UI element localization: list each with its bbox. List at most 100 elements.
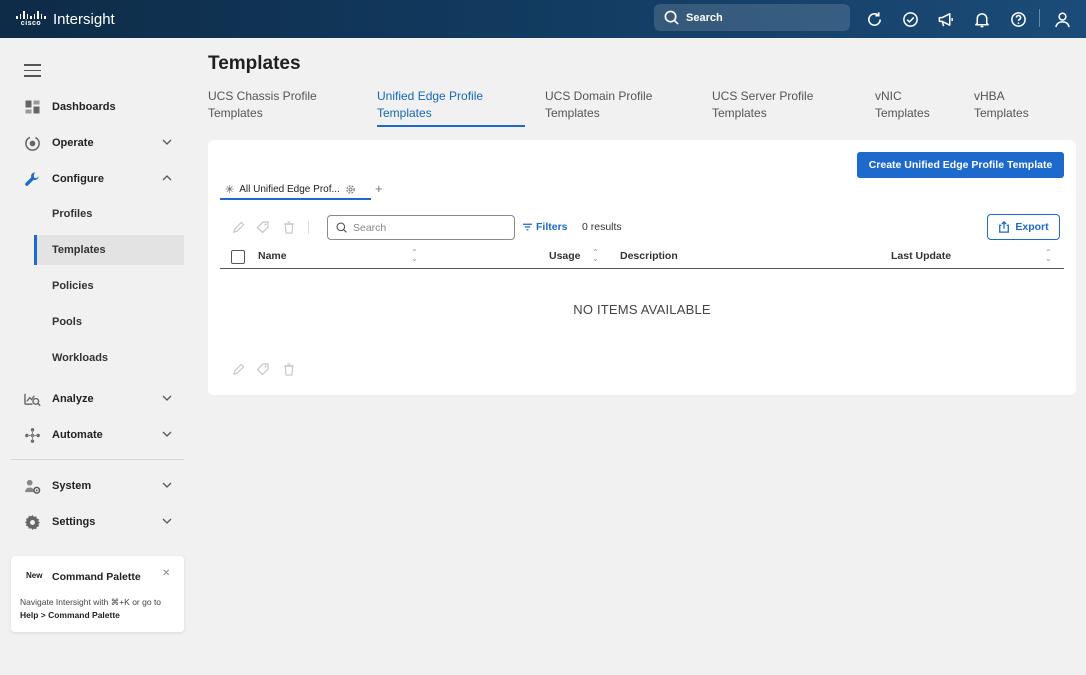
command-palette-path: Help > Command Palette [20,610,120,620]
search-icon [664,10,679,25]
delete-trash-icon[interactable] [282,362,296,376]
sidebar-item-label: Dashboards [52,101,116,113]
table-header: Name ⌃ ⌄ Usage ⌃ ⌄ Description Last Update… [220,246,1064,269]
sidebar-item-label: Analyze [52,393,94,405]
sidebar-item-label: Settings [52,516,96,528]
sidebar-subitem-workloads[interactable]: Workloads [35,343,184,373]
sidebar-item-dashboards[interactable]: Dashboards [11,92,184,122]
export-button[interactable]: Export [987,214,1060,240]
search-input[interactable] [353,221,503,234]
sidebar-subitem-pools[interactable]: Pools [35,307,184,337]
table-search[interactable] [327,215,515,240]
sidebar-item-operate[interactable]: Operate [11,128,184,158]
export-icon [999,221,1010,233]
menu-toggle-icon[interactable] [24,64,41,77]
delete-trash-icon[interactable] [282,220,296,234]
chevron-down-icon [162,518,172,524]
tab-label-line1: UCS Domain Profile [545,89,653,103]
select-all-checkbox[interactable] [231,250,245,264]
sidebar-subitem-label: Workloads [52,352,109,364]
sidebar-item-system[interactable]: System [11,471,184,501]
tasks-check-icon[interactable] [899,8,921,30]
tab-unified-edge-profile-templates[interactable]: Unified Edge Profile Templates [377,88,483,122]
command-palette-text: Navigate Intersight with ⌘+K or go to [20,597,162,607]
topbar-divider [1039,9,1040,27]
column-header-usage[interactable]: Usage [549,250,581,262]
sidebar-subitem-label: Templates [52,244,106,256]
configure-wrench-icon [23,170,41,188]
global-search-label: Search [686,11,723,24]
announcement-megaphone-icon[interactable] [935,8,957,30]
sidebar-subitem-label: Policies [52,280,94,292]
tab-label-line2: Templates [208,106,263,120]
sidebar-item-label: Operate [52,137,94,149]
sidebar-subitem-profiles[interactable]: Profiles [35,199,184,229]
tab-label-line2: Templates [974,106,1029,120]
automate-icon [23,426,41,444]
tab-label-line1: UCS Server Profile [712,89,814,103]
command-palette-description: Navigate Intersight with ⌘+K or go to He… [20,596,180,622]
brand[interactable]: cisco Intersight [16,11,115,28]
chevron-up-icon [162,175,172,181]
column-header-description[interactable]: Description [620,250,678,262]
tab-label-line2: Templates [377,106,432,120]
sidebar-subitem-policies[interactable]: Policies [35,271,184,301]
global-search[interactable]: Search [654,4,850,31]
tab-ucs-domain-profile-templates[interactable]: UCS Domain Profile Templates [545,88,652,122]
sidebar-item-settings[interactable]: Settings [11,507,184,537]
results-count: 0 results [582,221,622,233]
view-settings-icon[interactable] [345,184,356,195]
tab-vhba-templates[interactable]: vHBA Templates [974,88,1029,122]
page-title: Templates [208,53,301,74]
sidebar-item-label: Automate [52,429,103,441]
new-badge: New [26,571,43,580]
user-icon[interactable] [1051,8,1073,30]
chevron-down-icon [162,395,172,401]
top-bar: cisco Intersight Search [0,0,1086,38]
analyze-icon [23,390,41,408]
sidebar-subitem-templates[interactable]: Templates [34,235,184,265]
sidebar: Dashboards Operate Configure Profiles Te… [0,38,196,675]
help-icon[interactable] [1007,8,1029,30]
saved-view-label: All Unified Edge Prof... [239,183,340,195]
sidebar-item-automate[interactable]: Automate [11,420,184,450]
close-icon[interactable]: ✕ [162,568,170,579]
search-icon [336,222,347,233]
operate-icon [23,134,41,152]
tab-label-line1: UCS Chassis Profile [208,89,317,103]
sidebar-subitem-label: Pools [52,316,82,328]
filters-button[interactable]: Filters [523,221,568,233]
cisco-logo-text: cisco [20,20,42,27]
tab-ucs-chassis-profile-templates[interactable]: UCS Chassis Profile Templates [208,88,317,122]
sort-icon[interactable]: ⌃ ⌄ [1045,249,1052,263]
tag-icon[interactable] [256,362,270,376]
create-template-button[interactable]: Create Unified Edge Profile Template [857,152,1064,178]
tab-label-line1: Unified Edge Profile [377,89,484,103]
column-header-last-update[interactable]: Last Update [891,250,951,262]
column-header-name[interactable]: Name [258,250,287,262]
cisco-logo: cisco [16,11,46,27]
edit-pencil-icon[interactable] [231,362,245,376]
edit-pencil-icon[interactable] [231,220,245,234]
tab-label-line2: Templates [712,106,767,120]
tab-label-line1: vNIC [875,89,902,103]
saved-view-tab[interactable]: ✳ All Unified Edge Prof... [220,180,371,200]
add-view-button[interactable]: + [375,181,383,196]
toolbar-divider [308,221,309,234]
dashboard-icon [23,98,41,116]
refresh-icon[interactable] [863,8,885,30]
notifications-bell-icon[interactable] [971,8,993,30]
sort-icon[interactable]: ⌃ ⌄ [592,249,599,263]
chevron-down-icon [162,139,172,145]
filter-icon [523,223,532,231]
templates-table-card: Create Unified Edge Profile Template ✳ A… [208,140,1076,395]
sidebar-item-label: Configure [52,173,104,185]
tag-icon[interactable] [256,220,270,234]
sidebar-item-configure[interactable]: Configure [11,164,184,194]
tab-ucs-server-profile-templates[interactable]: UCS Server Profile Templates [712,88,813,122]
command-palette-title: Command Palette [52,571,141,583]
settings-gear-icon [23,513,41,531]
sidebar-item-analyze[interactable]: Analyze [11,384,184,414]
tab-vnic-templates[interactable]: vNIC Templates [875,88,930,122]
sort-icon[interactable]: ⌃ ⌄ [411,249,418,263]
